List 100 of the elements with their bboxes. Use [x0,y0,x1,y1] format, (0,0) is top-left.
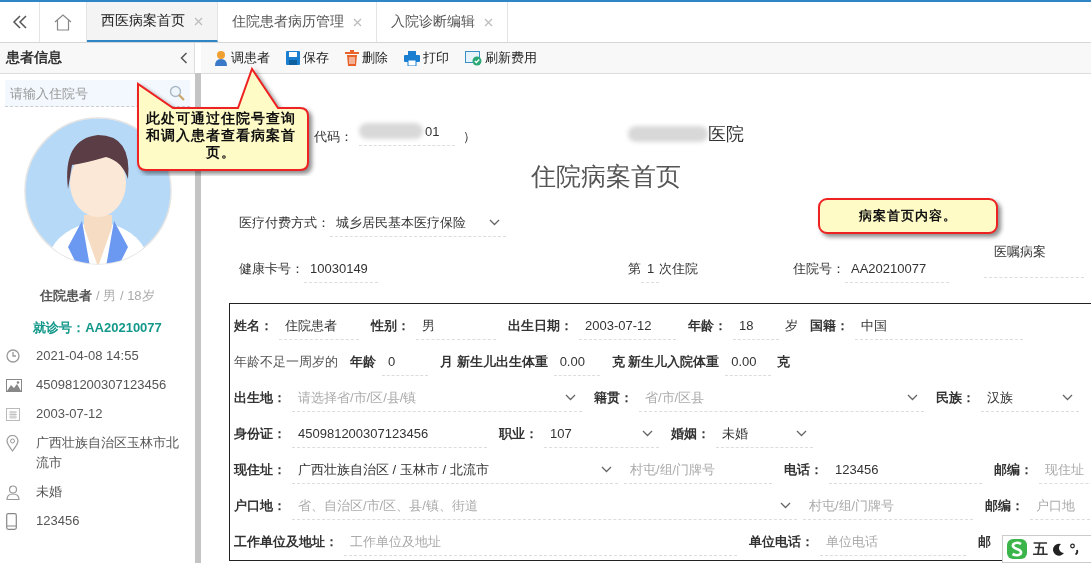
field-label: 单位电话： [749,533,814,551]
chevron-down-icon [489,219,500,226]
close-icon[interactable] [353,17,362,27]
chevron-left-icon[interactable] [180,52,188,64]
info-text: 450981200307123456 [36,376,167,394]
field-label: 出生地： [234,389,286,407]
bracket-text: ） [463,128,476,146]
field-value: 18 [739,318,754,333]
callout-tooltip: 病案首页内容。 [818,198,998,234]
input-field[interactable]: 0.00 [553,348,600,376]
field-label: 身份证： [234,425,286,443]
field-label: 住院号： [793,260,845,278]
input-field[interactable]: 中国 [855,312,1023,340]
calendar-icon [6,407,20,421]
visit-number: 就诊号：AA20210077 [32,319,163,337]
trash-icon [345,50,359,66]
field-value: 0.00 [731,354,757,369]
moon-icon[interactable] [1053,542,1065,556]
field-label: 婚姻： [671,425,710,443]
redacted-text [359,123,423,139]
info-text: 2021-04-08 14:55 [36,347,139,365]
tab[interactable]: 西医病案首页 [87,2,218,42]
input-field[interactable]: AA20210077 [845,255,949,283]
field-label: 年龄： [688,317,727,335]
field-label: 现住址： [234,461,286,479]
input-field[interactable]: 123456 [829,456,982,484]
input-field[interactable]: 男 [416,312,496,340]
dropdown-field[interactable]: 广西壮族自治区 / 玉林市 / 北流市 [292,456,618,484]
ime-mode[interactable]: 五 [1033,539,1048,559]
field-label: 年龄 [350,353,376,371]
ime-logo-icon[interactable] [1006,538,1028,560]
field-label: 民族： [936,389,975,407]
field-label: 健康卡号： [239,260,304,278]
search-input[interactable]: 请输入住院号 [10,85,169,101]
chevron-down-icon [1062,394,1073,401]
field-value: AA20210077 [851,261,927,276]
field-label: 克 新生儿入院体重 [611,353,720,371]
field-label: 月 新生儿出生体重 [440,353,548,371]
tab[interactable]: 入院诊断编辑 [377,2,508,42]
page-title: 住院病案首页 [531,162,681,190]
field-label: 医嘱病案 [984,241,1084,278]
toolbar-button[interactable]: 调患者 [207,47,277,69]
printer-icon [404,50,420,66]
search-icon[interactable] [169,85,185,101]
info-text: 2003-07-12 [36,405,103,423]
field-label: 代码： [314,128,353,146]
field-label: 次住院 [659,260,698,278]
dropdown-field[interactable]: 城乡居民基本医疗保险 [330,209,506,237]
input-field[interactable]: 0.00 [725,348,772,376]
search-field[interactable]: 请输入住院号 [5,80,190,107]
field-value: 0 [388,354,396,369]
callout-tooltip-text: 此处可通过住院号查询和调入患者查看病案首页。 [146,110,296,161]
punctuation-icon[interactable] [1070,543,1079,555]
toolbar-button[interactable]: 刷新费用 [458,47,544,69]
field-label: 第 [628,260,641,278]
field-placeholder: 现住址 [1045,460,1084,479]
input-field[interactable]: 住院患者 [279,312,359,340]
chevron-down-icon [796,430,807,437]
person-icon [6,484,22,500]
chevron-down-icon [907,394,918,401]
info-text: 123456 [36,512,80,530]
field-value: 10030149 [310,261,368,276]
field-value: 1 [647,261,655,276]
field-value: 汉族 [987,388,1013,407]
save-icon [286,51,300,65]
field-label: 户口地： [234,497,286,515]
close-icon[interactable] [484,17,493,27]
field-value: 450981200307123456 [298,426,429,441]
toolbar-button[interactable]: 保存 [279,47,336,69]
field-label: 出生日期： [508,317,573,335]
field-label: 工作单位及地址： [234,533,338,551]
toolbar-button[interactable]: 打印 [397,47,456,69]
field-label: 性别： [371,317,410,335]
field-label: 姓名： [234,317,273,335]
hospital-name: 医院 [708,123,744,146]
dropdown-field[interactable]: 107 [544,420,659,448]
input-field[interactable]: 18 [733,312,779,340]
tab[interactable]: 住院患者病历管理 [218,2,377,42]
dropdown-field[interactable]: 汉族 [981,384,1079,412]
input-field[interactable]: 2003-07-12 [579,312,676,340]
unit-label: 岁 [785,317,798,335]
field-label: 邮 [978,533,991,551]
input-field[interactable]: 10030149 [304,255,378,283]
input-field[interactable]: 1 [641,255,659,283]
chevron-down-icon [565,394,576,401]
field-placeholder: 单位电话 [826,532,878,551]
input-field[interactable]: 450981200307123456 [292,420,487,448]
clock-icon [6,349,20,363]
toolbar-button[interactable]: 删除 [338,47,395,69]
input-field[interactable]: 0 [382,348,428,376]
close-icon[interactable] [194,16,203,26]
dropdown-field[interactable]: 未婚 [716,420,813,448]
chevron-down-icon [601,466,612,473]
user-icon [214,50,228,66]
field-label: 邮编： [985,497,1024,515]
double-chevron-left-icon [11,15,28,29]
chevron-down-icon [780,502,791,509]
info-text: 广西壮族自治区玉林市北流市 [36,434,180,472]
info-text: 未婚 [36,483,62,501]
panel-title: 患者信息 [6,49,62,67]
